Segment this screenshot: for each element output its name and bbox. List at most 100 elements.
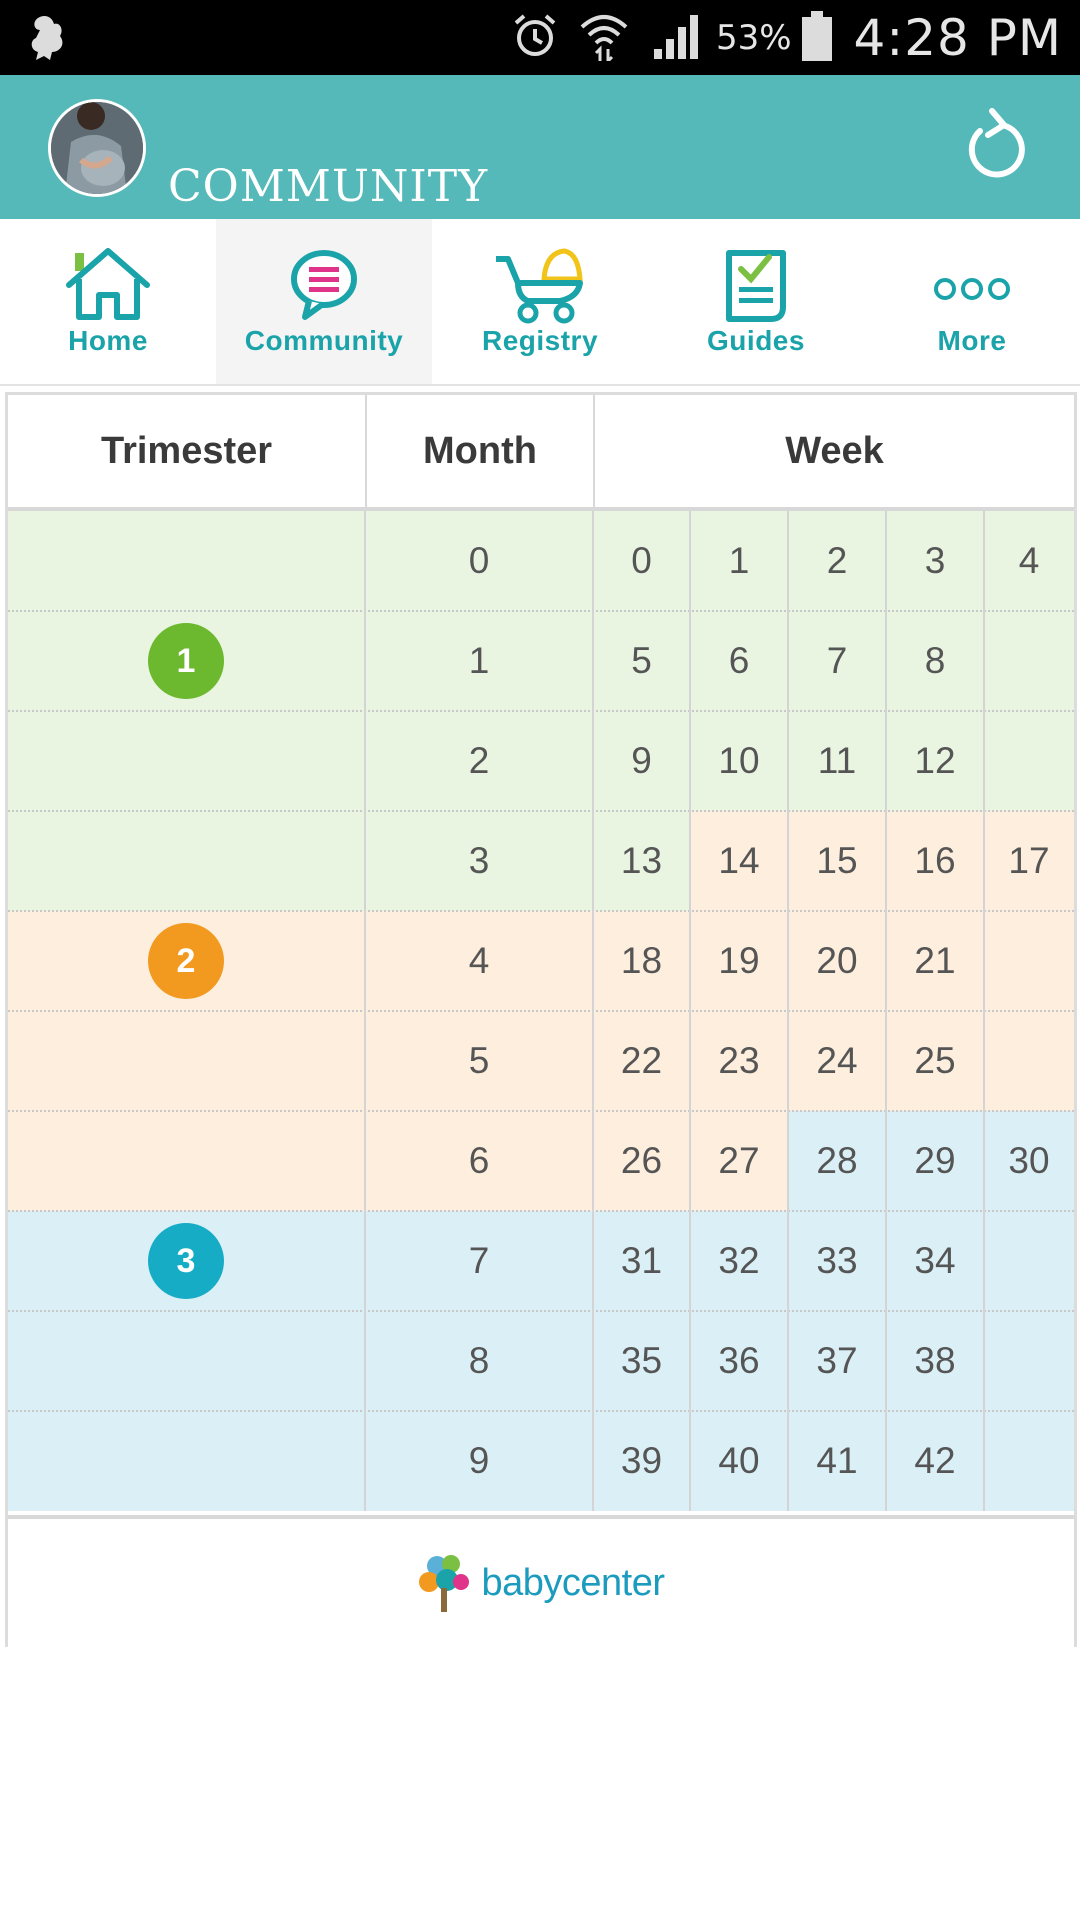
week-cell: 27 — [690, 1111, 788, 1211]
nav-item-home[interactable]: Home — [0, 219, 216, 384]
week-cell: 16 — [886, 811, 984, 911]
month-cell: 6 — [365, 1111, 593, 1211]
column-divider — [689, 511, 691, 1511]
row-divider — [8, 1110, 1074, 1112]
row-divider — [8, 1010, 1074, 1012]
month-cell: 9 — [365, 1411, 593, 1511]
week-cell: 29 — [886, 1111, 984, 1211]
column-divider — [885, 511, 887, 1511]
week-cell: 12 — [886, 711, 984, 811]
week-cell: 37 — [788, 1311, 886, 1411]
battery-percent: 53% — [715, 17, 792, 58]
month-cell: 3 — [365, 811, 593, 911]
row-divider — [8, 710, 1074, 712]
week-cell: 24 — [788, 1011, 886, 1111]
trimester-cell — [8, 1111, 365, 1211]
header-month: Month — [423, 429, 537, 472]
row-divider — [8, 1410, 1074, 1412]
table-header: Trimester Month Week — [8, 395, 1074, 511]
week-cell: 19 — [690, 911, 788, 1011]
nav-item-community[interactable]: Community — [216, 219, 432, 384]
table-body: 0 0 1 2 3 4 1 5 6 7 8 2 9 10 11 12 3 13 14 15 16 17 4 18 19 20 21 5… — [8, 511, 1074, 1511]
trimester-cell — [8, 811, 365, 911]
week-cell — [984, 611, 1074, 711]
week-cell — [984, 1311, 1074, 1411]
month-cell: 5 — [365, 1011, 593, 1111]
column-divider — [787, 511, 789, 1511]
status-bar: 53% 4:28 PM — [0, 0, 1080, 75]
month-cell: 8 — [365, 1311, 593, 1411]
trimester-cell — [8, 1011, 365, 1111]
footer-logo: babycenter — [8, 1515, 1074, 1647]
column-divider — [983, 511, 985, 1511]
week-cell: 26 — [593, 1111, 690, 1211]
week-cell: 11 — [788, 711, 886, 811]
month-cell: 4 — [365, 911, 593, 1011]
row-divider — [8, 810, 1074, 812]
week-cell: 22 — [593, 1011, 690, 1111]
week-cell: 34 — [886, 1211, 984, 1311]
week-cell: 40 — [690, 1411, 788, 1511]
signal-icon — [650, 11, 702, 65]
refresh-icon — [968, 108, 1025, 178]
week-cell: 8 — [886, 611, 984, 711]
week-cell: 30 — [984, 1111, 1074, 1211]
column-divider — [364, 511, 366, 1511]
week-cell: 38 — [886, 1311, 984, 1411]
month-cell: 7 — [365, 1211, 593, 1311]
header-week: Week — [785, 429, 884, 472]
trimester-cell — [8, 711, 365, 811]
week-cell: 25 — [886, 1011, 984, 1111]
trimester-badge: 1 — [148, 623, 224, 699]
babycenter-logo-icon — [419, 1555, 470, 1612]
profile-avatar[interactable] — [48, 99, 146, 197]
nav-item-guides[interactable]: Guides — [648, 219, 864, 384]
column-divider — [592, 511, 594, 1511]
refresh-button[interactable] — [958, 107, 1030, 183]
bottom-nav: Home Community Registry Guides More — [0, 219, 1080, 386]
week-cell: 20 — [788, 911, 886, 1011]
week-cell: 18 — [593, 911, 690, 1011]
week-cell: 28 — [788, 1111, 886, 1211]
week-cell: 5 — [593, 611, 690, 711]
checklist-icon — [648, 245, 864, 325]
more-dots-icon — [864, 245, 1080, 325]
week-cell: 33 — [788, 1211, 886, 1311]
week-cell: 32 — [690, 1211, 788, 1311]
trimester-badge: 3 — [148, 1223, 224, 1299]
page-title: COMMUNITY — [168, 161, 489, 212]
chat-bubble-icon — [216, 245, 432, 325]
week-cell — [984, 711, 1074, 811]
row-divider — [8, 1310, 1074, 1312]
nav-item-more[interactable]: More — [864, 219, 1080, 384]
week-cell: 3 — [886, 511, 984, 611]
month-cell: 2 — [365, 711, 593, 811]
battery-icon — [801, 10, 832, 65]
week-cell: 41 — [788, 1411, 886, 1511]
home-icon — [0, 245, 216, 325]
week-cell: 13 — [593, 811, 690, 911]
week-cell: 9 — [593, 711, 690, 811]
week-cell: 2 — [788, 511, 886, 611]
week-cell: 4 — [984, 511, 1074, 611]
week-cell: 7 — [788, 611, 886, 711]
week-cell: 42 — [886, 1411, 984, 1511]
nav-label-community: Community — [244, 325, 404, 356]
trimester-cell — [8, 1311, 365, 1411]
trimester-badge: 2 — [148, 923, 224, 999]
week-cell: 17 — [984, 811, 1074, 911]
week-cell: 0 — [593, 511, 690, 611]
week-cell — [984, 911, 1074, 1011]
nav-item-registry[interactable]: Registry — [432, 219, 648, 384]
nav-label-home: Home — [68, 325, 148, 356]
trimester-cell — [8, 511, 365, 611]
wifi-icon — [578, 11, 630, 65]
week-cell — [984, 1011, 1074, 1111]
week-cell: 15 — [788, 811, 886, 911]
row-divider — [8, 610, 1074, 612]
header-trimester: Trimester — [100, 429, 273, 472]
week-cell — [984, 1211, 1074, 1311]
week-cell: 14 — [690, 811, 788, 911]
nav-label-guides: Guides — [707, 325, 805, 356]
week-cell: 1 — [690, 511, 788, 611]
